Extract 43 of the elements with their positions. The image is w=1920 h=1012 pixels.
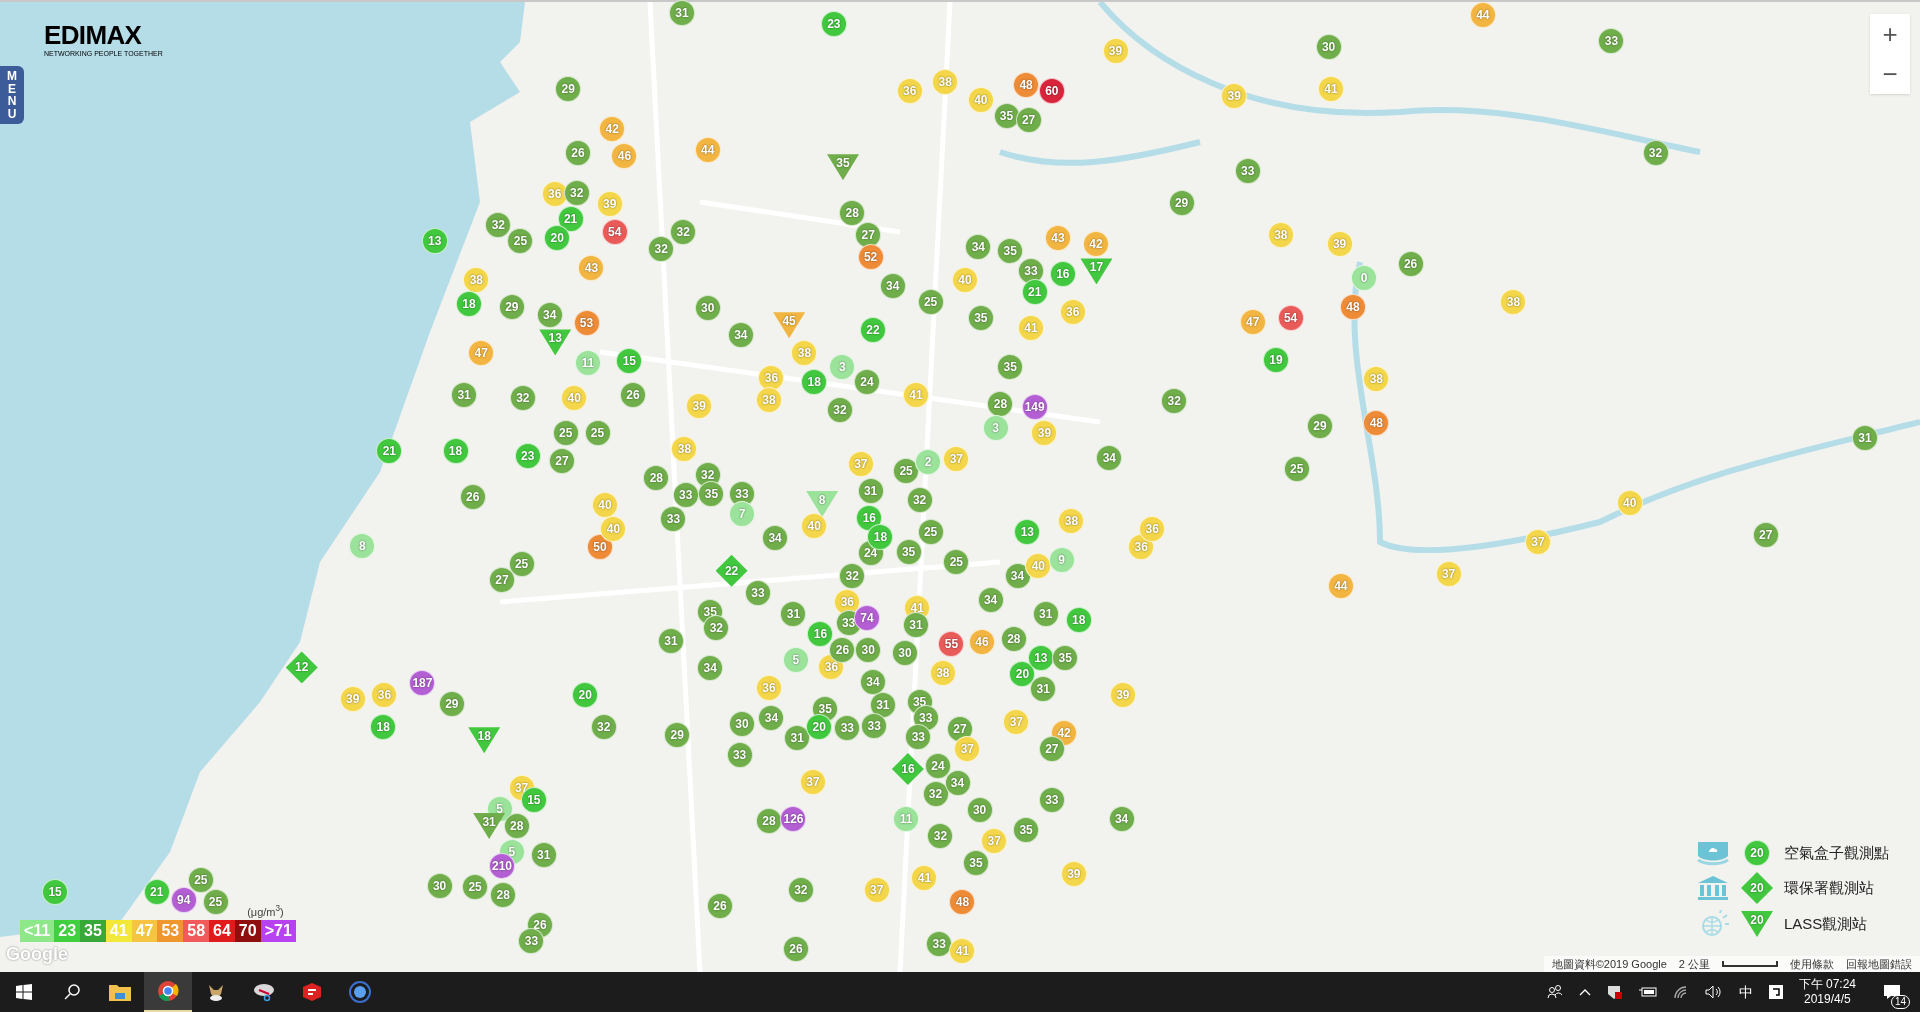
windows-icon xyxy=(16,984,32,1000)
pm25-scale-band: 53 xyxy=(157,920,184,942)
pm25-scale-band: 41 xyxy=(105,920,132,942)
people-icon[interactable] xyxy=(1546,984,1563,1000)
zoom-in-button[interactable]: + xyxy=(1870,14,1910,54)
pm25-scale-band: 35 xyxy=(80,920,106,942)
scissors-icon xyxy=(253,982,275,1002)
input-method-indicator[interactable]: 中 xyxy=(1738,981,1753,1003)
report-error-link[interactable]: 回報地圖錯誤 xyxy=(1846,955,1912,973)
clock[interactable]: 下午 07:24 2019/4/5 xyxy=(1798,977,1856,1007)
pm25-scale-band: 64 xyxy=(209,920,235,942)
pm25-scale-band: 70 xyxy=(234,920,261,942)
scale-label: 2 公里 xyxy=(1678,956,1710,972)
speaker-icon[interactable] xyxy=(1704,985,1723,999)
unit-label: (μg/m$^{3}$) xyxy=(247,903,284,920)
air-box-icon xyxy=(1696,840,1730,866)
shield-icon[interactable] xyxy=(1606,984,1623,1000)
battery-icon[interactable] xyxy=(1638,986,1657,998)
terms-link[interactable]: 使用條款 xyxy=(1790,955,1834,973)
brand-logo: EDIMAX xyxy=(44,22,142,48)
pm25-scale-band: 23 xyxy=(54,920,81,942)
folder-icon xyxy=(109,983,131,1001)
wifi-icon[interactable] xyxy=(1672,985,1689,999)
browser-button[interactable] xyxy=(144,972,192,1012)
browser-icon xyxy=(157,980,179,1002)
search-icon xyxy=(64,984,80,1000)
scale-bar xyxy=(1722,961,1778,967)
pm25-scale-band: <11 xyxy=(20,920,55,942)
government-building-icon xyxy=(1696,875,1730,901)
pm25-scale-band: 58 xyxy=(183,920,210,942)
animal-icon xyxy=(206,982,226,1002)
pm25-scale-band: >71 xyxy=(260,920,296,942)
legend-label: 空氣盒子觀測點 xyxy=(1784,842,1890,863)
notification-count: 14 xyxy=(1890,995,1910,1009)
map-data-credit: 地圖資料©2019 Google xyxy=(1551,956,1667,972)
legend-label: 環保署觀測站 xyxy=(1784,877,1875,898)
menu-tab[interactable]: MENU xyxy=(0,66,24,125)
pm25-scale-band: 47 xyxy=(131,920,158,942)
zoom-out-button[interactable]: − xyxy=(1870,54,1910,94)
chevron-up-icon[interactable] xyxy=(1578,988,1591,996)
input-method-icon[interactable] xyxy=(1768,985,1783,999)
cube-icon xyxy=(302,982,322,1002)
legend-label: LASS觀測站 xyxy=(1784,913,1869,934)
